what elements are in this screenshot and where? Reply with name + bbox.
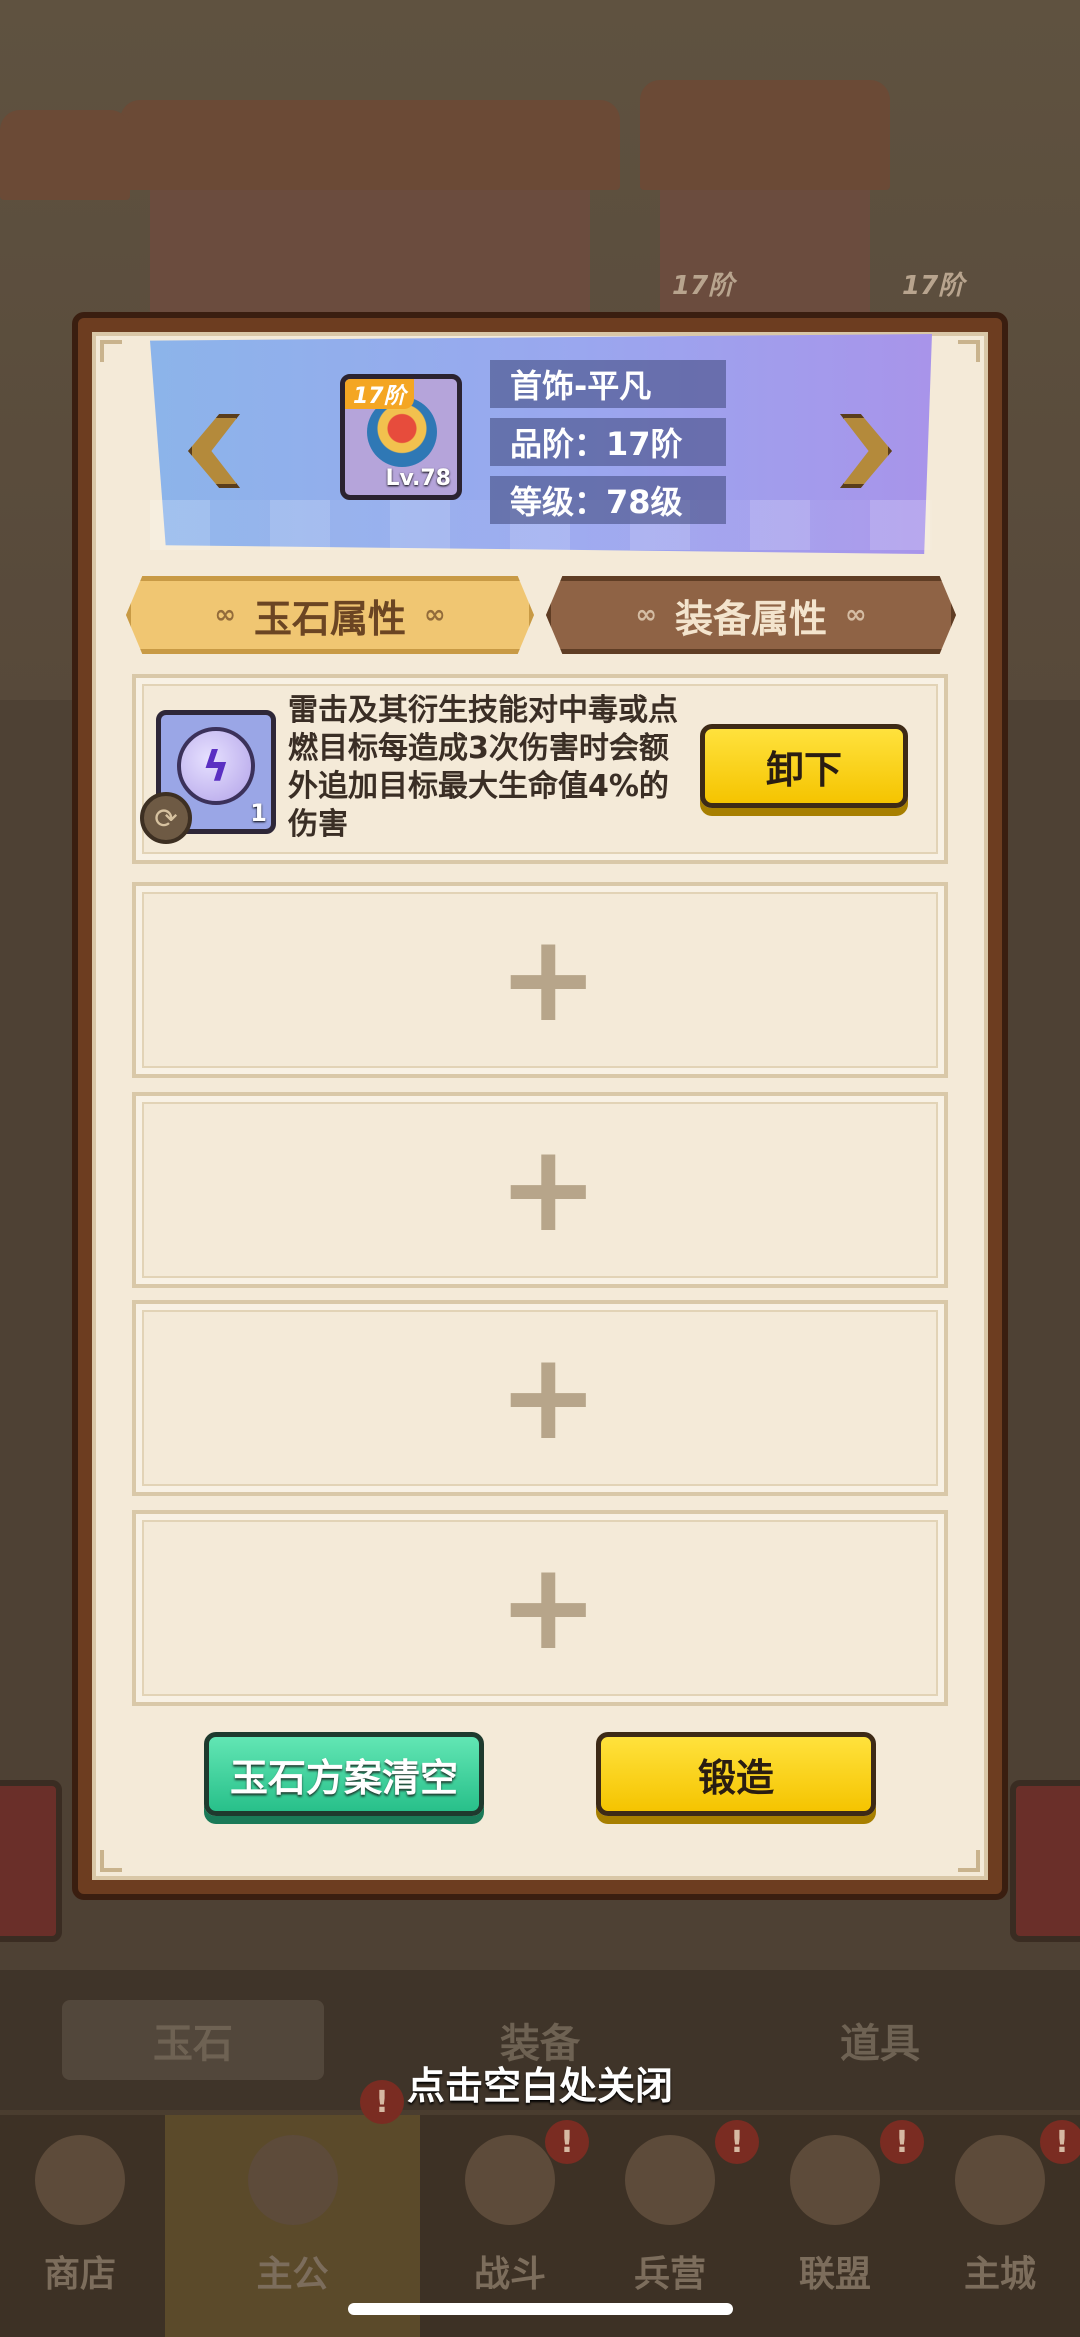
gem-slot-empty[interactable]: + <box>132 1092 948 1288</box>
tower-roof <box>640 80 890 190</box>
item-level: 等级：78级 <box>490 476 726 524</box>
panel-corner <box>100 1850 122 1872</box>
tower-roof <box>0 110 130 200</box>
cloud-ornament-icon: ∞ <box>214 600 236 630</box>
gem-slot-empty[interactable]: + <box>132 1300 948 1496</box>
gem-description: 雷击及其衍生技能对中毒或点燃目标每造成3次伤害时会额外追加目标最大生命值4%的伤… <box>288 693 678 842</box>
alert-badge: ! <box>1040 2120 1080 2164</box>
nav-label: 联盟 <box>798 2254 871 2295</box>
barracks-icon <box>625 2135 715 2225</box>
alliance-icon <box>790 2135 880 2225</box>
shop-icon <box>35 2135 125 2225</box>
nav-label: 战斗 <box>473 2254 546 2295</box>
bg-card <box>0 1780 62 1942</box>
nav-shop[interactable]: 商店 <box>0 2115 160 2337</box>
cloud-ornament-icon: ∞ <box>635 600 657 630</box>
alert-badge: ! <box>545 2120 589 2164</box>
alert-badge: ! <box>715 2120 759 2164</box>
lord-icon <box>247 2135 338 2225</box>
gem-slot-empty[interactable]: + <box>132 882 948 1078</box>
forge-button[interactable]: 锻造 <box>596 1732 876 1816</box>
item-name: 首饰-平凡 <box>490 360 726 408</box>
clear-jade-plan-button[interactable]: 玉石方案清空 <box>204 1732 484 1816</box>
gem-slot-empty[interactable]: + <box>132 1510 948 1706</box>
item-tier-tag: 17阶 <box>345 379 414 409</box>
palace-wall <box>150 190 590 320</box>
unequip-button[interactable]: 卸下 <box>700 724 908 808</box>
bg-tier-tag: 17阶 <box>672 271 735 301</box>
alert-badge: ! <box>880 2120 924 2164</box>
panel-corner <box>958 340 980 362</box>
nav-label: 商店 <box>43 2254 116 2295</box>
add-gem-icon: + <box>498 1538 599 1677</box>
bg-tier-tag: 17阶 <box>902 271 965 301</box>
city-icon <box>955 2135 1045 2225</box>
add-gem-icon: + <box>498 910 599 1049</box>
panel-corner <box>958 1850 980 1872</box>
item-icon: 17阶 Lv.78 <box>340 374 462 500</box>
bg-card <box>1010 1780 1080 1942</box>
add-gem-icon: + <box>498 1328 599 1467</box>
tab-equipment-attributes[interactable]: ∞ 装备属性 ∞ <box>546 576 956 654</box>
tab-label: 装备属性 <box>674 596 827 641</box>
gem-count: 1 <box>250 799 267 827</box>
tab-label: 玉石属性 <box>253 596 406 641</box>
tab-jade-attributes[interactable]: ∞ 玉石属性 ∞ <box>126 576 534 654</box>
add-gem-icon: + <box>498 1120 599 1259</box>
item-grade: 品阶：17阶 <box>490 418 726 466</box>
cloud-ornament-icon: ∞ <box>424 600 446 630</box>
close-hint[interactable]: 点击空白处关闭 <box>0 2055 1080 2110</box>
refresh-icon: ⟳ <box>140 792 192 844</box>
nav-label: 兵营 <box>633 2254 706 2295</box>
cloud-ornament-icon: ∞ <box>845 600 867 630</box>
battle-icon <box>465 2135 555 2225</box>
item-level-tag: Lv.78 <box>385 466 451 491</box>
home-indicator[interactable] <box>348 2303 733 2315</box>
lightning-bubble-icon: ϟ <box>177 727 255 805</box>
panel-corner <box>100 340 122 362</box>
nav-label: 主公 <box>256 2254 329 2295</box>
nav-label: 主城 <box>963 2254 1036 2295</box>
palace-roof <box>120 100 620 190</box>
